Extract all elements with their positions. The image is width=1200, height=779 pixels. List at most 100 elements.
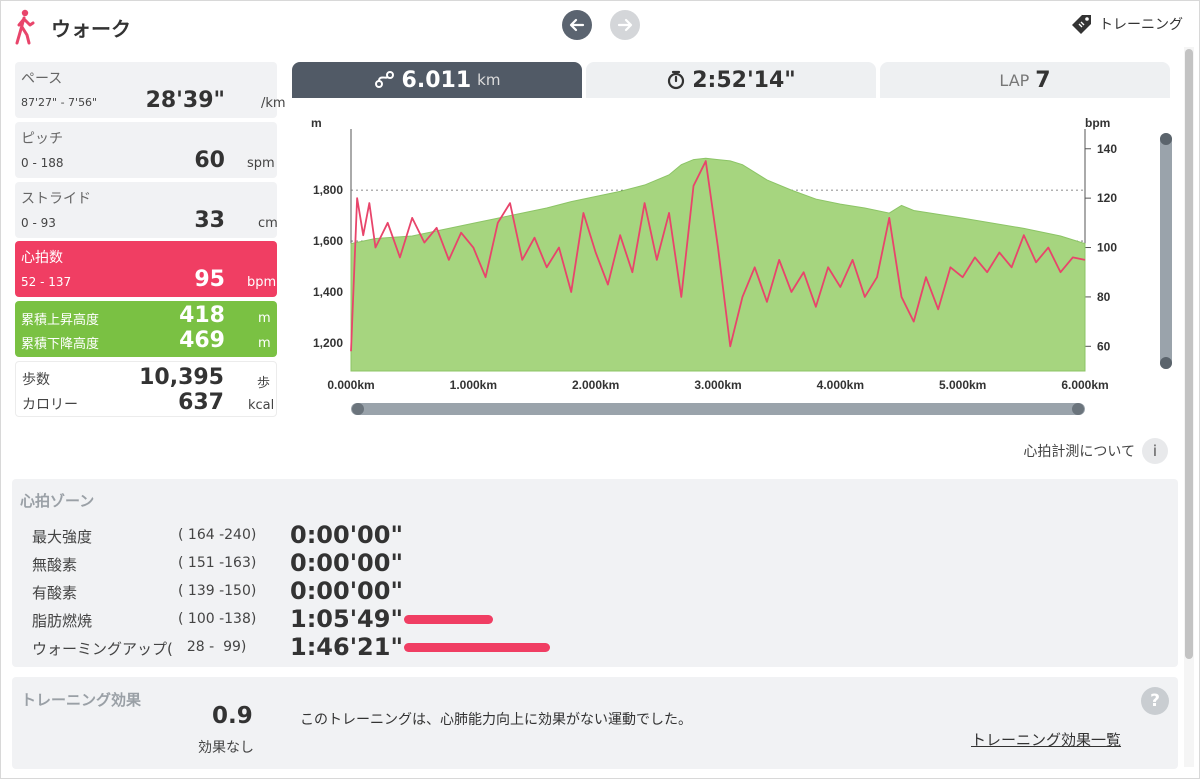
y-right-tick-label: 80 bbox=[1097, 290, 1111, 304]
x-tick-label: 3.000km bbox=[694, 378, 741, 392]
lap-label: LAP bbox=[999, 70, 1030, 90]
time-value: 2:52'14" bbox=[692, 67, 796, 93]
zone-range: ( 139 -150) bbox=[178, 583, 257, 599]
zone-name: 無酸素 bbox=[32, 556, 78, 574]
stride-range: 0 - 93 bbox=[21, 216, 56, 230]
range-slider-left-handle bbox=[352, 403, 364, 415]
calories-unit: kcal bbox=[248, 398, 275, 413]
descent-unit: m bbox=[258, 336, 271, 351]
y-right-tick-label: 100 bbox=[1097, 241, 1117, 255]
descent-value: 469 bbox=[179, 328, 225, 353]
y-left-axis-label: m bbox=[311, 116, 322, 130]
tag-icon bbox=[1072, 15, 1091, 34]
heart-rate-unit: bpm bbox=[247, 275, 277, 290]
pace-label: ペース bbox=[21, 71, 63, 87]
zone-name: 最大強度 bbox=[32, 528, 93, 546]
page-title: ウォーク bbox=[51, 17, 131, 41]
ascent-value: 418 bbox=[179, 303, 225, 328]
zone-time: 1:05'49" bbox=[290, 605, 403, 633]
zone-row: 脂肪燃焼 ( 100 -138) 1:05'49" bbox=[12, 605, 1178, 633]
distance-value: 6.011 bbox=[401, 67, 472, 93]
zone-range: ( 151 -163) bbox=[178, 555, 257, 571]
effect-message: このトレーニングは、心肺能力向上に効果がない運動でした。 bbox=[300, 712, 692, 728]
steps-label: 歩数 bbox=[22, 372, 50, 388]
distance-unit: km bbox=[477, 71, 501, 89]
pitch-card: ピッチ 0 - 188 60 spm bbox=[15, 122, 277, 178]
training-label: トレーニング bbox=[1099, 17, 1183, 33]
next-button[interactable] bbox=[610, 10, 640, 40]
pitch-label: ピッチ bbox=[21, 131, 63, 147]
x-tick-label: 2.000km bbox=[572, 378, 619, 392]
y-left-tick-label: 1,600 bbox=[313, 234, 343, 248]
range-slider-right-handle bbox=[1072, 403, 1084, 415]
tab-lap[interactable]: LAP 7 bbox=[880, 62, 1170, 98]
heart-rate-zones-panel: 心拍ゾーン 最大強度 ( 164 -240) 0:00'00" 無酸素 ( 15… bbox=[12, 479, 1178, 667]
ascent-label: 累積上昇高度 bbox=[21, 313, 100, 328]
pace-unit: /km bbox=[261, 96, 286, 111]
arrow-right-icon bbox=[617, 18, 633, 32]
tab-distance[interactable]: 6.011 km bbox=[292, 62, 582, 98]
training-effect-list-link[interactable]: トレーニング効果一覧 bbox=[971, 729, 1121, 750]
vertical-zoom-top-handle bbox=[1160, 133, 1172, 145]
y-right-axis-label: bpm bbox=[1085, 116, 1110, 130]
pace-range: 87'27" - 7'56" bbox=[21, 96, 98, 109]
vertical-zoom-bottom-handle bbox=[1160, 357, 1172, 369]
zones-title: 心拍ゾーン bbox=[20, 492, 95, 510]
stride-value: 33 bbox=[194, 208, 225, 233]
steps-calories-card: 歩数 10,395 歩 カロリー 637 kcal bbox=[15, 361, 277, 417]
tab-time[interactable]: 2:52'14" bbox=[586, 62, 876, 98]
steps-value: 10,395 bbox=[139, 365, 224, 390]
training-button[interactable]: トレーニング bbox=[1071, 13, 1183, 35]
zone-bar bbox=[404, 643, 550, 652]
heart-rate-card: 心拍数 52 - 137 95 bpm bbox=[15, 241, 277, 297]
calories-label: カロリー bbox=[22, 397, 78, 413]
effect-rating: 効果なし bbox=[198, 740, 254, 756]
zone-range: ( 164 -240) bbox=[178, 527, 257, 543]
x-tick-label: 5.000km bbox=[939, 378, 986, 392]
zone-range: ( 100 -138) bbox=[178, 611, 257, 627]
page-scrollbar-thumb[interactable] bbox=[1185, 49, 1193, 659]
range-slider-track bbox=[351, 403, 1085, 415]
route-icon bbox=[374, 71, 394, 88]
zone-time: 0:00'00" bbox=[290, 577, 403, 605]
zone-time: 1:46'21" bbox=[290, 633, 403, 661]
zone-time: 0:00'00" bbox=[290, 521, 403, 549]
elevation-card: 累積上昇高度 418 m 累積下降高度 469 m bbox=[15, 301, 277, 357]
pace-value: 28'39" bbox=[145, 88, 225, 113]
zone-name: ウォーミングアップ( bbox=[32, 640, 173, 658]
y-left-tick-label: 1,800 bbox=[313, 183, 343, 197]
zone-row: 有酸素 ( 139 -150) 0:00'00" bbox=[12, 577, 1178, 605]
x-tick-label: 0.000km bbox=[327, 378, 374, 392]
zone-time: 0:00'00" bbox=[290, 549, 403, 577]
zone-row: 最大強度 ( 164 -240) 0:00'00" bbox=[12, 521, 1178, 549]
zone-row: 無酸素 ( 151 -163) 0:00'00" bbox=[12, 549, 1178, 577]
arrow-left-icon bbox=[569, 18, 585, 32]
info-icon[interactable]: i bbox=[1142, 438, 1168, 464]
stride-label: ストライド bbox=[21, 191, 91, 207]
y-left-tick-label: 1,400 bbox=[313, 285, 343, 299]
help-icon[interactable]: ? bbox=[1141, 687, 1169, 715]
pitch-unit: spm bbox=[247, 156, 275, 171]
lap-value: 7 bbox=[1035, 67, 1051, 93]
heart-rate-value: 95 bbox=[194, 267, 225, 292]
zone-range: 28 - 99) bbox=[178, 639, 247, 655]
y-left-tick-label: 1,200 bbox=[313, 336, 343, 350]
x-tick-label: 1.000km bbox=[450, 378, 497, 392]
effect-title: トレーニング効果 bbox=[21, 691, 142, 709]
walker-icon bbox=[15, 9, 35, 45]
vertical-zoom-track bbox=[1160, 133, 1172, 369]
steps-unit: 歩 bbox=[257, 376, 271, 391]
ascent-unit: m bbox=[258, 311, 271, 326]
descent-label: 累積下降高度 bbox=[21, 337, 100, 352]
zone-bar bbox=[404, 615, 494, 624]
zone-name: 脂肪燃焼 bbox=[32, 612, 93, 630]
heart-rate-note-link[interactable]: 心拍計測について bbox=[1023, 441, 1135, 461]
x-tick-label: 4.000km bbox=[817, 378, 864, 392]
zone-row: ウォーミングアップ( 28 - 99) 1:46'21" bbox=[12, 633, 1178, 661]
heart-rate-label: 心拍数 bbox=[21, 250, 63, 266]
heart-rate-range: 52 - 137 bbox=[21, 275, 72, 289]
app-window: ウォーク トレーニング ペース 87'27" - 7'56" 28'39" /k… bbox=[0, 0, 1200, 779]
elevation-heart-rate-chart: 1,200 1,400 1,600 1,800 60 80 100 120 140 0.000km… bbox=[311, 116, 1172, 415]
y-right-tick-label: 120 bbox=[1097, 191, 1117, 205]
previous-button[interactable] bbox=[562, 10, 592, 40]
